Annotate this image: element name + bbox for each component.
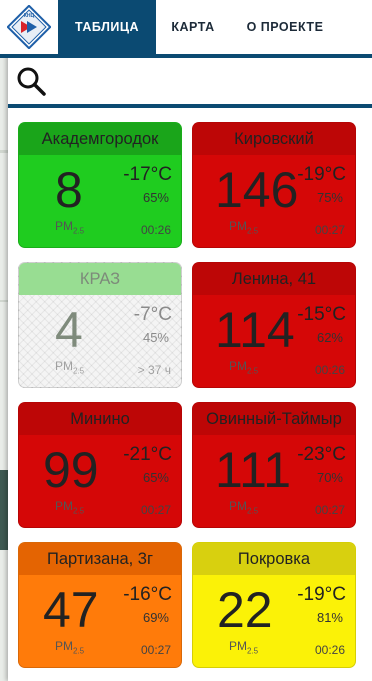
pm-label-sub: 2.5 xyxy=(247,366,259,376)
pm-label-sub: 2.5 xyxy=(73,366,85,376)
search-icon[interactable] xyxy=(14,64,50,100)
pm25-value: 99 xyxy=(43,442,99,498)
pm-label-sub: 2.5 xyxy=(247,506,259,516)
pm-label-text: PM xyxy=(55,639,73,653)
pm25-value: 146 xyxy=(215,162,299,218)
pm25-label: PM2.5 xyxy=(229,359,258,375)
pm25-label: PM2.5 xyxy=(55,359,84,375)
pm25-label: PM2.5 xyxy=(55,639,84,655)
update-time: 00:27 xyxy=(140,503,171,517)
pm-label-sub: 2.5 xyxy=(73,506,85,516)
pm-label-sub: 2.5 xyxy=(247,646,259,656)
pm-label-text: PM xyxy=(229,359,247,373)
temperature: -17°C xyxy=(123,164,172,185)
station-cards: Академгородок 8 -17°C 65% PM2.5 00:26 Кировски… xyxy=(8,112,372,681)
tab-about[interactable]: О ПРОЕКТЕ xyxy=(230,0,340,54)
station-name: Ленина, 41 xyxy=(193,263,355,295)
pm25-value: 47 xyxy=(43,582,99,638)
update-time: 00:26 xyxy=(314,363,345,377)
update-time: 00:26 xyxy=(140,223,171,237)
tab-map[interactable]: КАРТА xyxy=(156,0,230,54)
pm25-value: 8 xyxy=(55,162,83,218)
station-name: Партизана, 3г xyxy=(19,543,181,575)
station-name: Кировский xyxy=(193,123,355,155)
pm25-label: PM2.5 xyxy=(229,499,258,515)
logo-icon: КНЦ xyxy=(7,5,51,49)
side-panel: КНЦ ТАБЛИЦА КАРТА О ПРОЕКТЕ Академгородо… xyxy=(0,0,372,681)
logo[interactable]: КНЦ xyxy=(0,0,58,54)
station-card[interactable]: Овинный-Таймыр 111 -23°C 70% PM2.5 00:27 xyxy=(192,402,356,528)
tab-table[interactable]: ТАБЛИЦА xyxy=(58,0,156,54)
pm-label-text: PM xyxy=(229,499,247,513)
humidity: 65% xyxy=(142,470,169,485)
station-card[interactable]: Кировский 146 -19°C 75% PM2.5 00:27 xyxy=(192,122,356,248)
station-card[interactable]: Академгородок 8 -17°C 65% PM2.5 00:26 xyxy=(18,122,182,248)
pm-label-sub: 2.5 xyxy=(73,226,85,236)
pm-label-text: PM xyxy=(55,219,73,233)
temperature: -16°C xyxy=(123,584,172,605)
humidity: 75% xyxy=(316,190,343,205)
search-bar xyxy=(8,60,372,108)
temperature: -21°C xyxy=(123,444,172,465)
pm25-value: 111 xyxy=(215,442,292,498)
navbar: КНЦ ТАБЛИЦА КАРТА О ПРОЕКТЕ xyxy=(0,0,372,58)
humidity: 69% xyxy=(142,610,169,625)
pm-label-text: PM xyxy=(55,499,73,513)
update-time: 00:27 xyxy=(314,503,345,517)
pm25-label: PM2.5 xyxy=(229,639,258,655)
temperature: -19°C xyxy=(297,584,346,605)
update-time: 00:26 xyxy=(314,643,345,657)
humidity: 65% xyxy=(142,190,169,205)
pm25-value: 4 xyxy=(55,302,83,358)
station-name: Покровка xyxy=(193,543,355,575)
station-name: Академгородок xyxy=(19,123,181,155)
humidity: 70% xyxy=(316,470,343,485)
temperature: -7°C xyxy=(133,304,172,325)
temperature: -19°C xyxy=(297,164,346,185)
pm-label-sub: 2.5 xyxy=(73,646,85,656)
pm25-value: 114 xyxy=(215,302,295,358)
station-name: Минино xyxy=(19,403,181,435)
station-card[interactable]: Покровка 22 -19°C 81% PM2.5 00:26 xyxy=(192,542,356,668)
pm-label-text: PM xyxy=(55,359,73,373)
station-card[interactable]: Минино 99 -21°C 65% PM2.5 00:27 xyxy=(18,402,182,528)
pm25-label: PM2.5 xyxy=(229,219,258,235)
update-time: 00:27 xyxy=(314,223,345,237)
pm-label-text: PM xyxy=(229,219,247,233)
pm-label-sub: 2.5 xyxy=(247,226,259,236)
update-time: > 37 ч xyxy=(137,363,171,377)
station-card[interactable]: КРАЗ 4 -7°C 45% PM2.5 > 37 ч xyxy=(18,262,182,388)
station-name: КРАЗ xyxy=(19,263,181,295)
temperature: -23°C xyxy=(297,444,346,465)
station-card[interactable]: Ленина, 41 114 -15°C 62% PM2.5 00:26 xyxy=(192,262,356,388)
pm25-label: PM2.5 xyxy=(55,499,84,515)
humidity: 45% xyxy=(142,330,169,345)
update-time: 00:27 xyxy=(140,643,171,657)
humidity: 62% xyxy=(316,330,343,345)
search-input[interactable] xyxy=(50,62,372,102)
station-card[interactable]: Партизана, 3г 47 -16°C 69% PM2.5 00:27 xyxy=(18,542,182,668)
station-name: Овинный-Таймыр xyxy=(193,403,355,435)
pm25-label: PM2.5 xyxy=(55,219,84,235)
pm-label-text: PM xyxy=(229,639,247,653)
logo-text: КНЦ xyxy=(24,13,35,19)
temperature: -15°C xyxy=(297,304,346,325)
pm25-value: 22 xyxy=(217,582,273,638)
humidity: 81% xyxy=(316,610,343,625)
